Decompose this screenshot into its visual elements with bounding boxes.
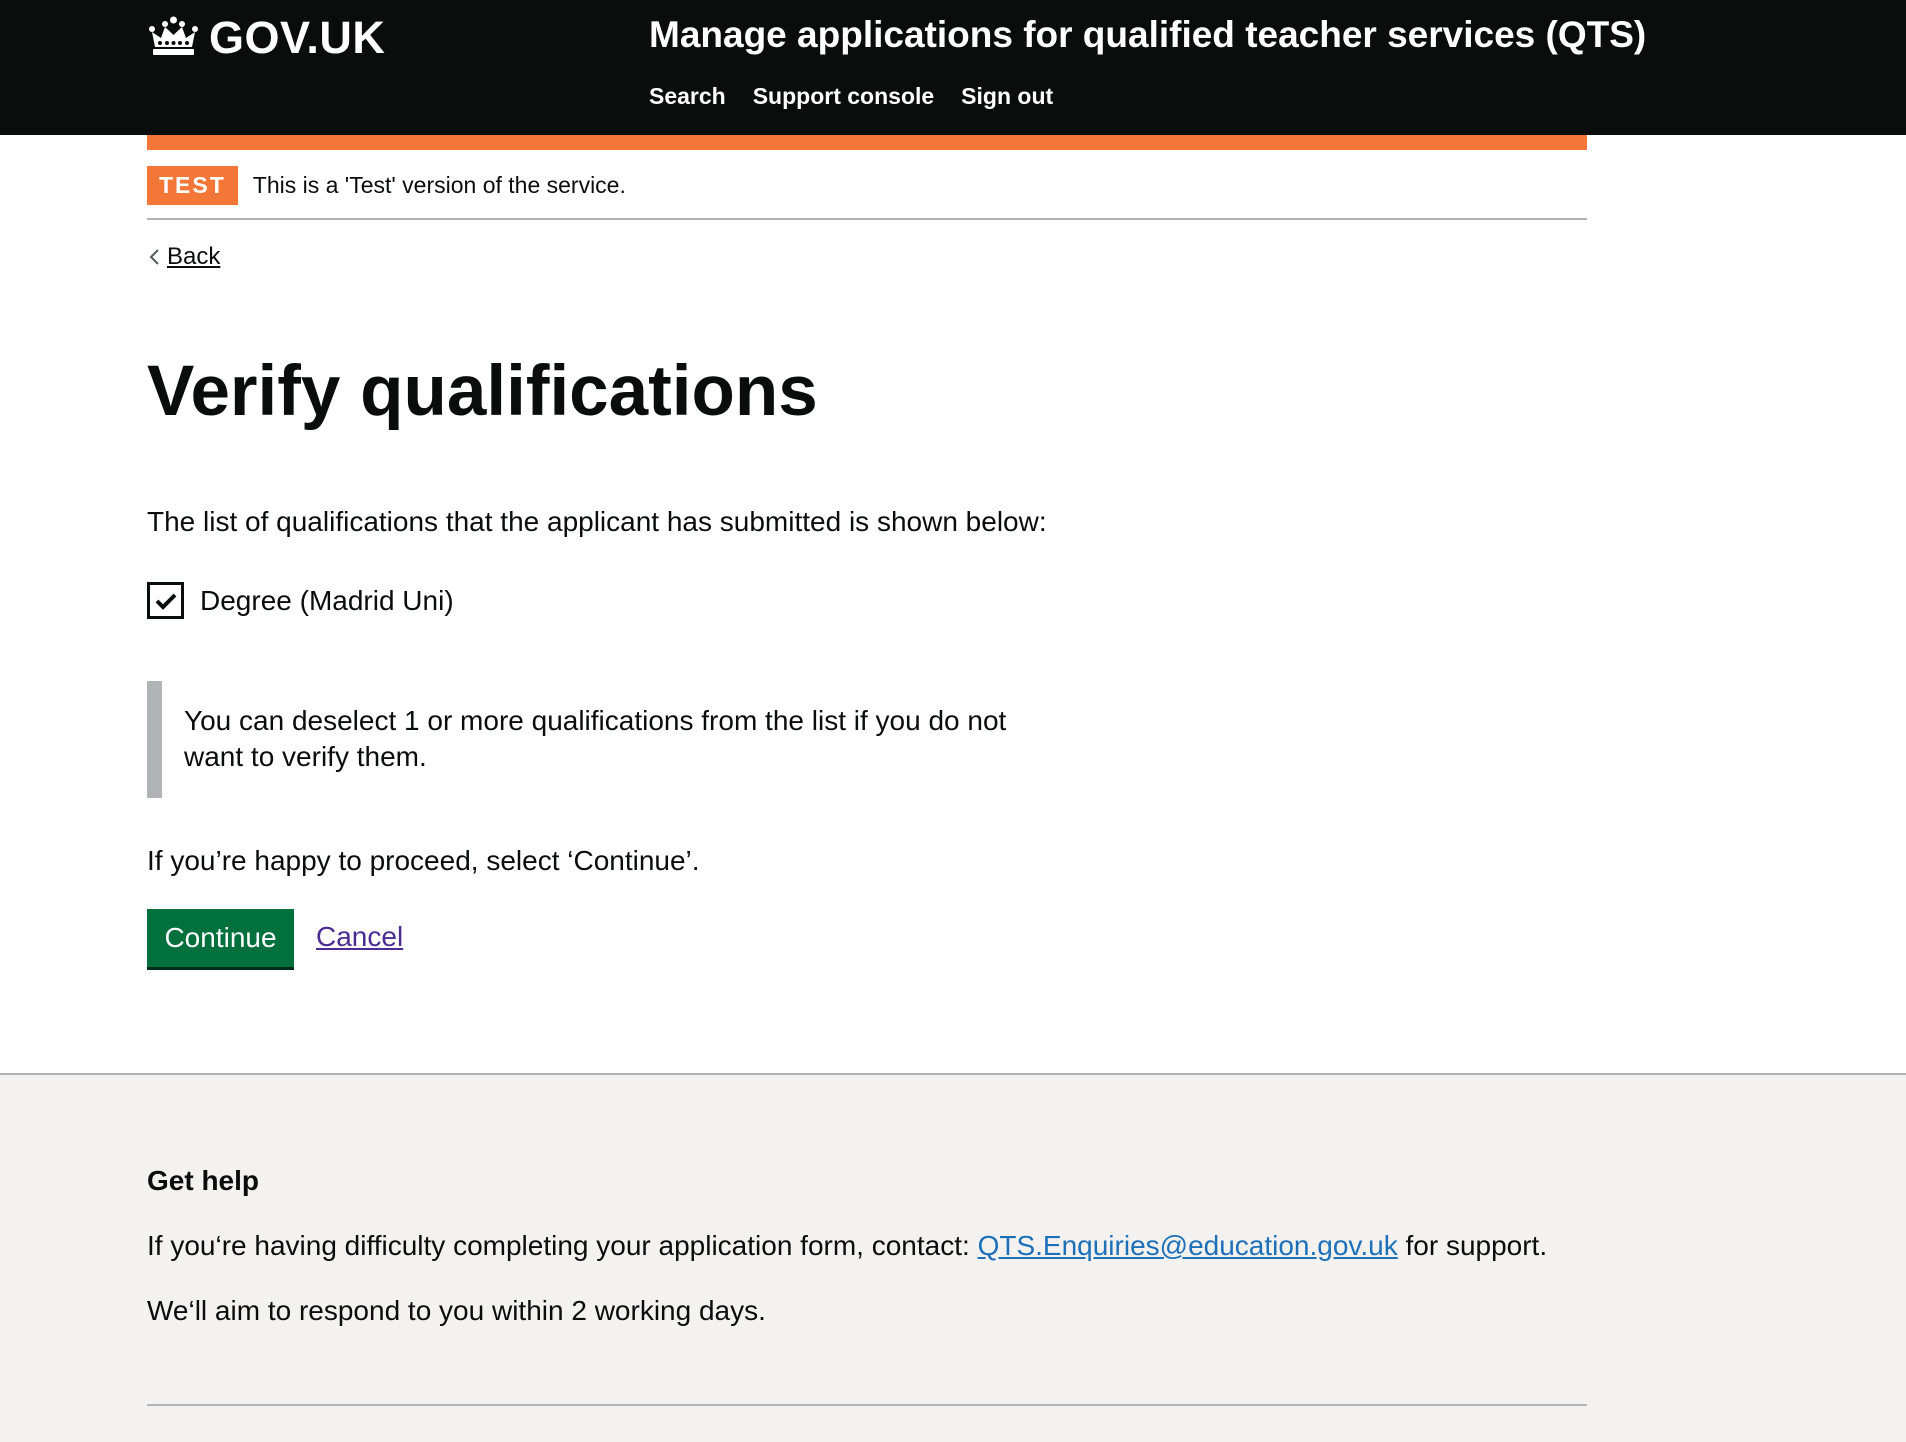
site-header: GOV.UK Manage applications for qualified… (0, 0, 1906, 135)
inset-text: You can deselect 1 or more qualification… (147, 681, 1047, 798)
qualification-checkbox-item[interactable]: Degree (Madrid Uni) (147, 582, 454, 619)
nav-sign-out-link[interactable]: Sign out (961, 83, 1053, 110)
back-link[interactable]: Back (147, 243, 220, 271)
checkmark-icon (155, 593, 176, 610)
logo-text: GOV.UK (209, 12, 386, 63)
proceed-text: If you’re happy to proceed, select ‘Cont… (147, 845, 700, 876)
header-navigation: Search Support console Sign out (649, 83, 1053, 110)
response-time-text: We‘ll aim to respond to you within 2 wor… (147, 1295, 766, 1326)
help-text-after: for support. (1397, 1230, 1548, 1261)
nav-support-console-link[interactable]: Support console (753, 83, 934, 110)
inset-text-content: You can deselect 1 or more qualification… (184, 705, 1007, 772)
phase-divider (147, 218, 1587, 220)
qualification-checkbox[interactable] (147, 582, 184, 619)
page-title: Verify qualifications (147, 352, 818, 431)
phase-accent-bar (147, 135, 1587, 150)
qualification-label[interactable]: Degree (Madrid Uni) (200, 585, 454, 617)
footer-divider (147, 1404, 1587, 1406)
chevron-left-icon (149, 249, 159, 265)
get-help-heading: Get help (147, 1165, 260, 1196)
help-email-link[interactable]: QTS.Enquiries@education.gov.uk (978, 1230, 1398, 1261)
phase-banner-text: This is a 'Test' version of the service. (252, 172, 626, 198)
help-contact-text: If you‘re having difficulty completing y… (147, 1230, 1547, 1262)
service-name[interactable]: Manage applications for qualified teache… (649, 14, 1646, 56)
site-footer: Get help If you‘re having difficulty com… (0, 1073, 1906, 1442)
continue-button[interactable]: Continue (147, 909, 294, 967)
phase-tag: TEST (147, 166, 238, 205)
govuk-logo-link[interactable]: GOV.UK (147, 12, 385, 64)
lead-text: The list of qualifications that the appl… (147, 506, 1047, 537)
crown-icon (149, 16, 198, 55)
nav-search-link[interactable]: Search (649, 83, 726, 110)
help-text-before: If you‘re having difficulty completing y… (147, 1230, 978, 1261)
back-link-label: Back (167, 243, 221, 270)
cancel-link[interactable]: Cancel (316, 921, 403, 953)
phase-banner: TEST This is a 'Test' version of the ser… (147, 166, 626, 205)
